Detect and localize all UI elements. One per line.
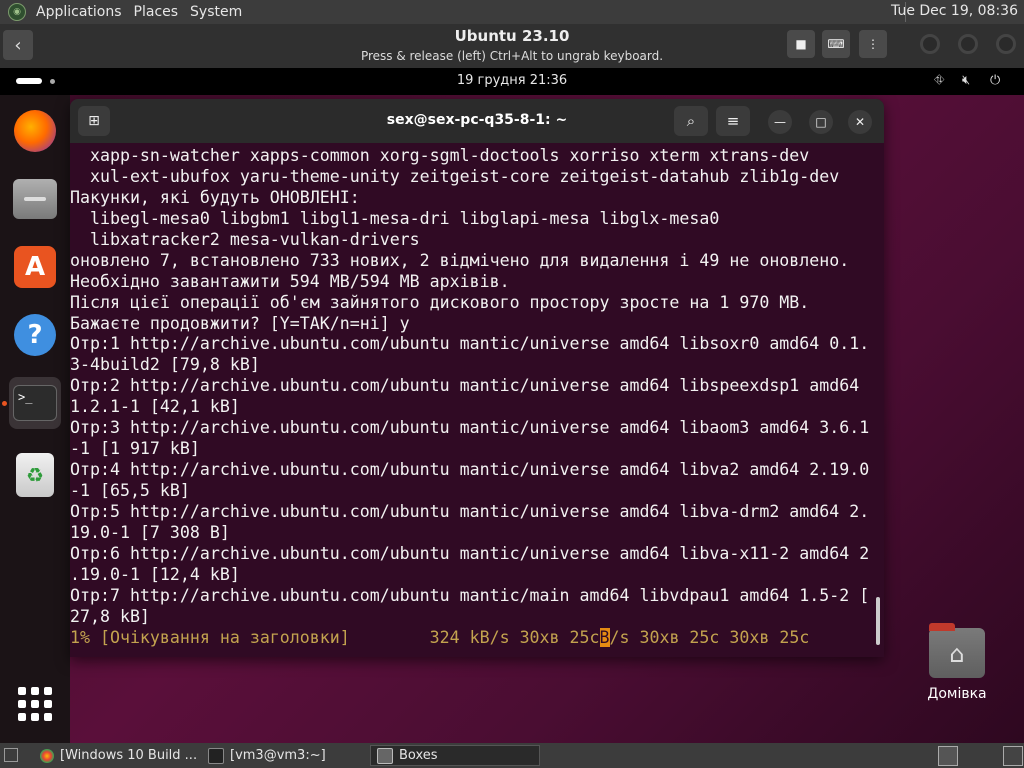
- terminal-line: libegl-mesa0 libgbm1 libgl1-mesa-dri lib…: [70, 208, 720, 228]
- terminal-line: Бажаєте продовжити? [Y=ТАК/n=ні] y: [70, 313, 410, 333]
- keyboard-icon: ⌨: [827, 37, 845, 51]
- home-folder-icon: ⌂: [929, 623, 985, 678]
- close-icon: ✕: [854, 115, 866, 129]
- terminal-output[interactable]: xapp-sn-watcher xapps-common xorg-sgml-d…: [70, 146, 875, 656]
- terminal-window: ⊞ sex@sex-pc-q35-8-1: ~ ⌕ ≡ — □ ✕ xapp-s…: [70, 99, 884, 657]
- terminal-line: .19.0-1 [12,4 kB]: [70, 564, 240, 584]
- ubuntu-dock: A ? >_ ♻: [0, 95, 70, 743]
- guest-clock[interactable]: 19 грудня 21:36: [0, 73, 1024, 88]
- terminal-line: -1 [1 917 kB]: [70, 439, 200, 459]
- search-icon: ⌕: [686, 112, 696, 130]
- files-icon: [13, 179, 57, 219]
- task-label: Boxes: [399, 748, 438, 763]
- app-center-icon: A: [14, 246, 56, 288]
- maximize-icon: □: [815, 115, 827, 129]
- terminal-line: Отр:7 http://archive.ubuntu.com/ubuntu m…: [70, 585, 870, 605]
- maximize-button[interactable]: □: [809, 110, 833, 134]
- running-indicator: [2, 401, 7, 406]
- terminal-line: Пакунки, які будуть ОНОВЛЕНІ:: [70, 187, 360, 207]
- task-boxes[interactable]: Boxes: [370, 745, 540, 766]
- network-icon[interactable]: ⛗: [934, 73, 944, 88]
- stop-button[interactable]: ■: [787, 30, 815, 58]
- terminal-line: Отр:6 http://archive.ubuntu.com/ubuntu m…: [70, 543, 870, 563]
- boxes-header-bar: ‹ Ubuntu 23.10 Press & release (left) Ct…: [0, 24, 1024, 68]
- chrome-icon: [40, 748, 54, 763]
- firefox-icon: [14, 110, 56, 152]
- terminal-line: оновлено 7, встановлено 733 нових, 2 від…: [70, 250, 850, 270]
- minimize-icon: —: [774, 115, 786, 129]
- task-vm3-terminal[interactable]: [vm3@vm3:~]: [202, 745, 366, 766]
- terminal-line: Отр:4 http://archive.ubuntu.com/ubuntu m…: [70, 460, 870, 480]
- terminal-line: 27,8 kB]: [70, 606, 150, 626]
- terminal-line: Отр:1 http://archive.ubuntu.com/ubuntu m…: [70, 334, 870, 354]
- terminal-line: Отр:5 http://archive.ubuntu.com/ubuntu m…: [70, 501, 870, 521]
- terminal-line: xul-ext-ubufox yaru-theme-unity zeitgeis…: [70, 166, 840, 186]
- terminal-line: 19.0-1 [7 308 B]: [70, 522, 230, 542]
- kebab-menu-icon: ⋮: [867, 37, 879, 51]
- menu-places[interactable]: Places: [128, 4, 185, 20]
- terminal-title: sex@sex-pc-q35-8-1: ~: [386, 112, 568, 128]
- help-icon: ?: [14, 314, 56, 356]
- dock-app-center[interactable]: A: [9, 241, 61, 293]
- search-button[interactable]: ⌕: [674, 106, 708, 136]
- minimize-button[interactable]: —: [768, 110, 792, 134]
- hamburger-icon: ≡: [726, 112, 740, 130]
- maximize-window-button[interactable]: [958, 34, 978, 54]
- terminal-line: Необхідно завантажити 594 MB/594 MB архі…: [70, 271, 510, 291]
- menu-system[interactable]: System: [184, 4, 248, 20]
- status-text-rest: /s 30хв 25с 30хв 25с: [609, 627, 810, 647]
- close-window-button[interactable]: [996, 34, 1016, 54]
- terminal-line: xapp-sn-watcher xapps-common xorg-sgml-d…: [70, 146, 810, 165]
- task-windows10[interactable]: [Windows 10 Build ...: [34, 745, 200, 766]
- workspace-1[interactable]: [938, 746, 958, 766]
- keyboard-button[interactable]: ⌨: [822, 30, 850, 58]
- terminal-task-icon: [208, 747, 224, 764]
- mate-logo-icon[interactable]: ◉: [8, 3, 26, 21]
- terminal-line: libxatracker2 mesa-vulkan-drivers: [70, 229, 420, 249]
- show-desktop-button[interactable]: [4, 748, 18, 762]
- status-text: 1% [Очікування на заголовки] 324 kB/s 30…: [70, 627, 600, 647]
- power-icon[interactable]: ⏻: [990, 73, 1000, 88]
- stop-icon: ■: [795, 37, 807, 51]
- terminal-icon: >_: [13, 385, 57, 421]
- boxes-task-icon: [377, 747, 393, 764]
- minimize-window-button[interactable]: [920, 34, 940, 54]
- terminal-scrollbar[interactable]: [876, 597, 880, 645]
- terminal-line: Після цієї операції об'єм зайнятого диск…: [70, 292, 810, 312]
- volume-muted-icon[interactable]: 🔇︎: [962, 73, 970, 88]
- dock-terminal[interactable]: >_: [2, 377, 61, 429]
- terminal-header: ⊞ sex@sex-pc-q35-8-1: ~ ⌕ ≡ — □ ✕: [70, 99, 884, 143]
- dock-help[interactable]: ?: [9, 309, 61, 361]
- menu-button[interactable]: ⋮: [859, 30, 887, 58]
- download-status-line: 1% [Очікування на заголовки] 324 kB/s 30…: [70, 627, 875, 649]
- dock-trash[interactable]: ♻: [9, 449, 61, 501]
- guest-top-bar: 19 грудня 21:36 ⛗ 🔇︎ ⏻: [0, 68, 1024, 95]
- close-button[interactable]: ✕: [848, 110, 872, 134]
- host-taskbar: [Windows 10 Build ... [vm3@vm3:~] Boxes: [0, 743, 1024, 768]
- terminal-line: Отр:2 http://archive.ubuntu.com/ubuntu m…: [70, 376, 860, 396]
- host-clock[interactable]: Tue Dec 19, 08:36: [891, 3, 1018, 19]
- terminal-line: 1.2.1-1 [42,1 kB]: [70, 397, 240, 417]
- workspace-2[interactable]: [1003, 746, 1023, 766]
- desktop-home-folder[interactable]: ⌂ Домівка: [922, 623, 992, 702]
- text-cursor: B: [599, 627, 610, 647]
- terminal-line: -1 [65,5 kB]: [70, 481, 190, 500]
- show-apps-grid-icon[interactable]: [18, 687, 52, 721]
- home-folder-label: Домівка: [927, 686, 987, 702]
- trash-icon: ♻: [16, 453, 54, 497]
- task-label: [Windows 10 Build ...: [60, 748, 198, 763]
- host-top-panel: ◉ Applications Places System Tue Dec 19,…: [0, 0, 1024, 24]
- task-label: [vm3@vm3:~]: [230, 748, 326, 763]
- hamburger-menu-button[interactable]: ≡: [716, 106, 750, 136]
- dock-firefox[interactable]: [9, 105, 61, 157]
- terminal-line: Отр:3 http://archive.ubuntu.com/ubuntu m…: [70, 418, 870, 438]
- guest-desktop[interactable]: 19 грудня 21:36 ⛗ 🔇︎ ⏻ A ? >_ ♻ ⊞ sex@se…: [0, 68, 1024, 743]
- dock-files[interactable]: [9, 173, 61, 225]
- menu-applications[interactable]: Applications: [30, 4, 128, 20]
- terminal-line: 3-4build2 [79,8 kB]: [70, 355, 260, 375]
